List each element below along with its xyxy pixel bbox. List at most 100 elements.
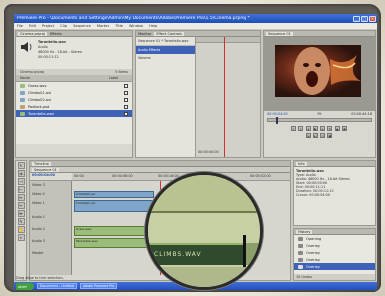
volume-row[interactable]: Volume bbox=[136, 54, 195, 62]
tab-timeline[interactable]: Timeline bbox=[32, 161, 51, 166]
razor-tool-icon[interactable]: ✂ bbox=[17, 202, 25, 209]
item-count: 5 Items bbox=[115, 70, 128, 74]
step-back-icon[interactable]: ◂ bbox=[305, 126, 311, 131]
list-item-selected[interactable]: Tarantella.wav bbox=[16, 110, 132, 117]
col-name-header[interactable]: Name bbox=[20, 76, 30, 80]
set-in-button[interactable]: { bbox=[291, 126, 297, 131]
tab-sequence[interactable]: Sequence 01 bbox=[266, 31, 293, 36]
col-label-header[interactable]: Label bbox=[109, 76, 118, 80]
video-frame-image bbox=[275, 45, 361, 97]
menu-sequence[interactable]: Sequence bbox=[73, 24, 91, 28]
history-item[interactable]: Overlay bbox=[294, 249, 375, 256]
pen-tool-icon[interactable]: ✎ bbox=[17, 218, 25, 225]
list-item[interactable]: Climbs02.avi bbox=[16, 96, 132, 103]
go-to-out-icon[interactable]: ▸| bbox=[312, 133, 318, 138]
audio-file-icon bbox=[20, 111, 25, 116]
clip-name: Tarantella.wav bbox=[38, 40, 66, 44]
zoom-clip-label: CLIMBS.WAV bbox=[154, 251, 202, 258]
clip-info-type: Audio bbox=[38, 45, 48, 49]
play-icon[interactable]: ▶ bbox=[312, 126, 318, 131]
clip-info-format: 48000 Hz - 16-bit - Stereo bbox=[38, 50, 82, 54]
extract-button[interactable]: ⏏ bbox=[341, 126, 347, 131]
track-header-master[interactable]: Master bbox=[30, 249, 71, 259]
menu-title[interactable]: Title bbox=[115, 24, 123, 28]
export-frame-icon[interactable]: ▣ bbox=[327, 133, 333, 138]
rate-stretch-tool-icon[interactable]: ↔ bbox=[17, 194, 25, 201]
list-item[interactable]: Padlock.psd bbox=[16, 103, 132, 110]
menu-project[interactable]: Project bbox=[42, 24, 54, 28]
history-item[interactable]: Overlay bbox=[294, 256, 375, 263]
menu-file[interactable]: File bbox=[17, 24, 23, 28]
close-button[interactable]: × bbox=[369, 15, 376, 22]
track-select-tool-icon[interactable]: ⇉ bbox=[17, 170, 25, 177]
track-header-audio-3[interactable]: Audio 3 bbox=[30, 237, 71, 249]
list-item[interactable]: Grass.wav bbox=[16, 82, 132, 89]
tab-effects[interactable]: Effects bbox=[50, 32, 62, 36]
effect-timecode[interactable]: 00:00:00:00 bbox=[198, 150, 219, 154]
track-header-audio-2[interactable]: Audio 2 bbox=[30, 225, 71, 237]
video-file-icon bbox=[20, 97, 25, 102]
tab-project[interactable]: Cinema.prproj bbox=[18, 31, 47, 36]
zoom-track-top bbox=[148, 175, 260, 211]
project-panel: Cinema.prproj Effects Tarantella.wav Aud… bbox=[15, 30, 133, 158]
tab-sequence-01[interactable]: Sequence 01 bbox=[32, 167, 59, 172]
tab-info[interactable]: Info bbox=[296, 161, 307, 166]
menu-window[interactable]: Window bbox=[129, 24, 143, 28]
taskbar-item[interactable]: Adobe Premiere Pro bbox=[79, 283, 118, 289]
rolling-edit-tool-icon[interactable]: ⊢ bbox=[17, 186, 25, 193]
selection-tool-icon[interactable]: ↖ bbox=[17, 162, 25, 169]
history-item[interactable]: Opening bbox=[294, 235, 375, 242]
clip-video-2[interactable]: Climbs02.avi bbox=[74, 191, 154, 198]
history-item-label: Overlay bbox=[306, 243, 320, 248]
transport-controls: { } ◂ ▶ ▸ ↻ ▲ ⏏ bbox=[264, 123, 375, 131]
menu-edit[interactable]: Edit bbox=[29, 24, 36, 28]
effect-playhead[interactable] bbox=[224, 37, 225, 157]
minimize-button[interactable]: _ bbox=[353, 15, 360, 22]
monitor-current-timecode[interactable]: 00:00:04:00 bbox=[267, 112, 288, 116]
timeline-timecode[interactable]: 00:00:04:00 bbox=[30, 173, 72, 180]
audio-effects-row[interactable]: Audio Effects bbox=[136, 46, 195, 54]
clip-preview: Tarantella.wav Audio 48000 Hz - 16-bit -… bbox=[16, 37, 132, 69]
maximize-button[interactable]: □ bbox=[361, 15, 368, 22]
info-panel: Info Tarantella.wav Type: Audio Audio: 4… bbox=[293, 160, 376, 226]
menu-marker[interactable]: Marker bbox=[97, 24, 109, 28]
trim-icon[interactable]: ⇔ bbox=[320, 133, 326, 138]
taskbar-item[interactable]: Documents - Untitled bbox=[37, 283, 77, 289]
track-header-video-3[interactable]: Video 3 bbox=[30, 181, 71, 190]
scrubber-handle[interactable] bbox=[276, 117, 278, 124]
monitor-fit-select[interactable]: Fit bbox=[318, 112, 322, 116]
track-header-audio-1[interactable]: Audio 1 bbox=[30, 213, 71, 225]
track-header-video-1[interactable]: Video 1 bbox=[30, 199, 71, 213]
lift-button[interactable]: ▲ bbox=[334, 126, 340, 131]
history-footer: 10 Undos bbox=[294, 274, 375, 280]
history-item-selected[interactable]: Overlay bbox=[294, 263, 375, 270]
status-text: Drag edge to trim selection. bbox=[16, 276, 64, 280]
loop-icon[interactable]: ↻ bbox=[327, 126, 333, 131]
title-bar: Premiere Pro - \Documents and Settings\A… bbox=[14, 14, 377, 23]
set-out-button[interactable]: } bbox=[298, 126, 304, 131]
monitor-duration: 00:00:44:18 bbox=[351, 112, 372, 116]
zoom-tool-icon[interactable]: ⌕ bbox=[17, 234, 25, 241]
go-to-in-icon[interactable]: |◂ bbox=[305, 133, 311, 138]
hand-tool-icon[interactable]: ✋ bbox=[17, 226, 25, 233]
program-viewer bbox=[264, 37, 375, 111]
menu-help[interactable]: Help bbox=[149, 24, 157, 28]
start-button[interactable]: start bbox=[16, 282, 34, 290]
item-label: Climbs02.avi bbox=[28, 97, 52, 102]
history-item[interactable]: Overlay bbox=[294, 242, 375, 249]
item-label: Tarantella.wav bbox=[28, 111, 54, 116]
tab-history[interactable]: History bbox=[296, 229, 313, 234]
transport-controls-row2: |◂ ▸| ⇔ ▣ bbox=[264, 131, 375, 138]
tab-monitor[interactable]: Monitor bbox=[138, 32, 151, 36]
program-monitor-panel: Sequence 01 00:00:04:00 Fit 00:00:44:18 … bbox=[263, 30, 376, 158]
ripple-edit-tool-icon[interactable]: ⊣ bbox=[17, 178, 25, 185]
ruler-label: 00:00 bbox=[74, 174, 84, 178]
menu-clip[interactable]: Clip bbox=[60, 24, 67, 28]
tab-effect-controls[interactable]: Effect Controls bbox=[154, 31, 184, 36]
list-item[interactable]: Climbs01.avi bbox=[16, 89, 132, 96]
slip-tool-icon[interactable]: ⇹ bbox=[17, 210, 25, 217]
track-header-video-2[interactable]: Video 2 bbox=[30, 190, 71, 199]
effect-timeline: 00:00:00:00 bbox=[196, 37, 260, 157]
monitor-scrubber[interactable] bbox=[267, 117, 372, 124]
step-forward-icon[interactable]: ▸ bbox=[320, 126, 326, 131]
